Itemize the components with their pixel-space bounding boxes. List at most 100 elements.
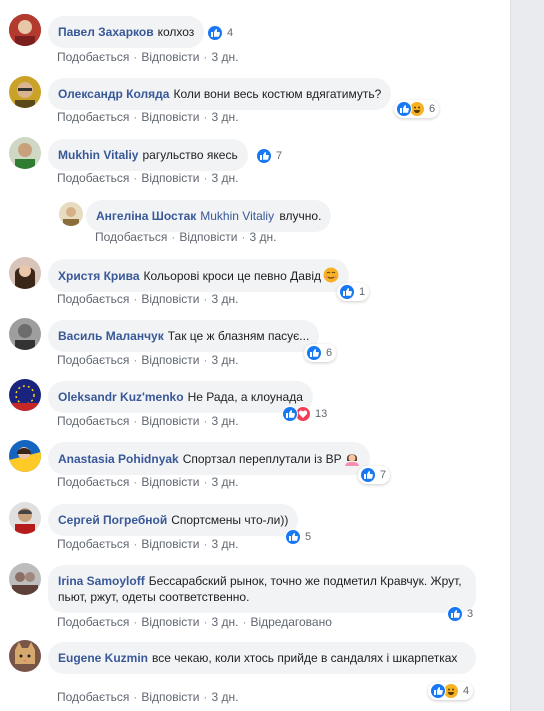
like-reaction-icon (339, 284, 355, 300)
comment-timestamp[interactable]: 3 дн. (211, 110, 238, 124)
reaction-summary[interactable]: 7 (254, 147, 286, 165)
avatar[interactable] (9, 76, 41, 108)
avatar[interactable] (9, 379, 41, 411)
like-button[interactable]: Подобається (57, 537, 129, 551)
like-button[interactable]: Подобається (57, 414, 129, 428)
comment-timestamp[interactable]: 3 дн. (211, 537, 238, 551)
reaction-summary[interactable]: 4 (205, 24, 237, 42)
comment-bubble: Василь Маланчук Так це ж блазням пасує... (48, 320, 320, 352)
comment-author[interactable]: Anastasia Pohidnyak (58, 452, 179, 466)
avatar[interactable] (9, 440, 41, 472)
comment-actions: Подобається · Відповісти · 3 дн. (57, 171, 239, 185)
reply-button[interactable]: Відповісти (141, 353, 199, 367)
comment-author[interactable]: Mukhin Vitaliy (58, 148, 138, 162)
like-reaction-icon (256, 148, 272, 164)
comment-author[interactable]: Олександр Коляда (58, 87, 169, 101)
reaction-summary[interactable]: 4 (428, 682, 474, 700)
reply-button[interactable]: Відповісти (141, 414, 199, 428)
comment-text: рагульство якесь (142, 148, 238, 162)
comment-timestamp[interactable]: 3 дн. (211, 615, 238, 629)
reply-button[interactable]: Відповісти (141, 537, 199, 551)
comment-actions: Подобається · Відповісти · 3 дн. (95, 230, 277, 244)
like-button[interactable]: Подобається (57, 292, 129, 306)
avatar[interactable] (9, 137, 41, 169)
like-reaction-icon (207, 25, 223, 41)
like-button[interactable]: Подобається (57, 50, 129, 64)
reaction-count: 6 (326, 347, 333, 359)
comment-timestamp[interactable]: 3 дн. (211, 292, 238, 306)
reaction-count: 3 (467, 608, 474, 620)
reaction-count: 4 (227, 27, 234, 39)
like-button[interactable]: Подобається (95, 230, 167, 244)
comment-text: Спортсмены что-ли)) (171, 513, 289, 527)
comment-actions: Подобається · Відповісти · 3 дн. (57, 50, 239, 64)
comment-timestamp[interactable]: 3 дн. (211, 414, 238, 428)
comment-author[interactable]: Oleksandr Kuz'menko (58, 390, 184, 404)
comment-bubble: Eugene Kuzmin все чекаю, коли хтось прийд… (48, 642, 476, 674)
like-button[interactable]: Подобається (57, 110, 129, 124)
like-reaction-icon (396, 101, 412, 117)
comment-author[interactable]: Irina Samoyloff (58, 574, 145, 588)
reaction-summary[interactable]: 7 (358, 466, 391, 484)
comment-actions: Подобається · Відповісти · 3 дн. (57, 414, 239, 428)
reaction-summary[interactable]: 3 (445, 605, 477, 623)
comment-timestamp[interactable]: 3 дн. (211, 50, 238, 64)
reply-button[interactable]: Відповісти (179, 230, 237, 244)
reaction-count: 13 (315, 408, 328, 420)
comment-actions: Подобається · Відповісти · 3 дн. (57, 110, 239, 124)
comment-author[interactable]: Павел Захарков (58, 25, 154, 39)
reaction-summary[interactable]: 6 (394, 100, 440, 118)
comment-bubble: Сергей Погребной Спортсмены что-ли)) (48, 504, 299, 536)
reply-button[interactable]: Відповісти (141, 171, 199, 185)
comment-actions: Подобається · Відповісти · 3 дн. (57, 292, 239, 306)
avatar[interactable] (9, 563, 41, 595)
comment-bubble: Mukhin Vitaliy рагульство якесь (48, 139, 248, 171)
comment-actions: Подобається · Відповісти · 3 дн. (57, 537, 239, 551)
reply-button[interactable]: Відповісти (141, 615, 199, 629)
avatar[interactable] (9, 14, 41, 46)
reply-button[interactable]: Відповісти (141, 50, 199, 64)
comment-actions: Подобається · Відповісти · 3 дн. · Відредагова… (57, 615, 332, 629)
comment-timestamp[interactable]: 3 дн. (211, 475, 238, 489)
comment-text: все чекаю, коли хтось прийде в сандалях … (152, 651, 458, 665)
like-button[interactable]: Подобається (57, 353, 129, 367)
comment-text: Спортзал переплутали із ВР (182, 452, 342, 466)
like-button[interactable]: Подобається (57, 615, 129, 629)
avatar[interactable] (9, 257, 41, 289)
avatar[interactable] (9, 640, 41, 672)
comment-timestamp[interactable]: 3 дн. (211, 171, 238, 185)
comment-text: Кольорові кроси це певно Давід (143, 269, 321, 283)
comment-timestamp[interactable]: 3 дн. (211, 690, 238, 704)
comment-author[interactable]: Ангеліна Шостак (96, 209, 196, 223)
reply-button[interactable]: Відповісти (141, 292, 199, 306)
reaction-summary[interactable]: 1 (337, 283, 370, 301)
mention-link[interactable]: Mukhin Vitaliy (200, 209, 274, 223)
like-button[interactable]: Подобається (57, 171, 129, 185)
comment-author[interactable]: Сергей Погребной (58, 513, 167, 527)
edited-label[interactable]: Відредаговано (250, 615, 331, 629)
like-reaction-icon (430, 683, 446, 699)
smile-emoji-icon (323, 267, 339, 283)
comment-author[interactable]: Христя Крива (58, 269, 140, 283)
reply-button[interactable]: Відповісти (141, 475, 199, 489)
reaction-summary[interactable]: 5 (283, 528, 315, 546)
comment-bubble: Oleksandr Kuz'menko Не Рада, а клоунада (48, 381, 313, 413)
like-button[interactable]: Подобається (57, 690, 129, 704)
avatar[interactable] (9, 318, 41, 350)
reply-button[interactable]: Відповісти (141, 690, 199, 704)
comment-bubble: Павел Захарков колхоз (48, 16, 205, 48)
comment-author[interactable]: Василь Маланчук (58, 329, 164, 343)
reaction-summary[interactable]: 13 (280, 405, 331, 423)
reaction-summary[interactable]: 6 (304, 344, 337, 362)
avatar[interactable] (59, 202, 83, 226)
comment-timestamp[interactable]: 3 дн. (211, 353, 238, 367)
comment-timestamp[interactable]: 3 дн. (249, 230, 276, 244)
comment-actions: Подобається · Відповісти · 3 дн. (57, 690, 239, 704)
like-button[interactable]: Подобається (57, 475, 129, 489)
comment-actions: Подобається · Відповісти · 3 дн. (57, 353, 239, 367)
reaction-count: 7 (276, 150, 283, 162)
reaction-count: 6 (429, 103, 436, 115)
reply-button[interactable]: Відповісти (141, 110, 199, 124)
comment-author[interactable]: Eugene Kuzmin (58, 651, 148, 665)
avatar[interactable] (9, 502, 41, 534)
